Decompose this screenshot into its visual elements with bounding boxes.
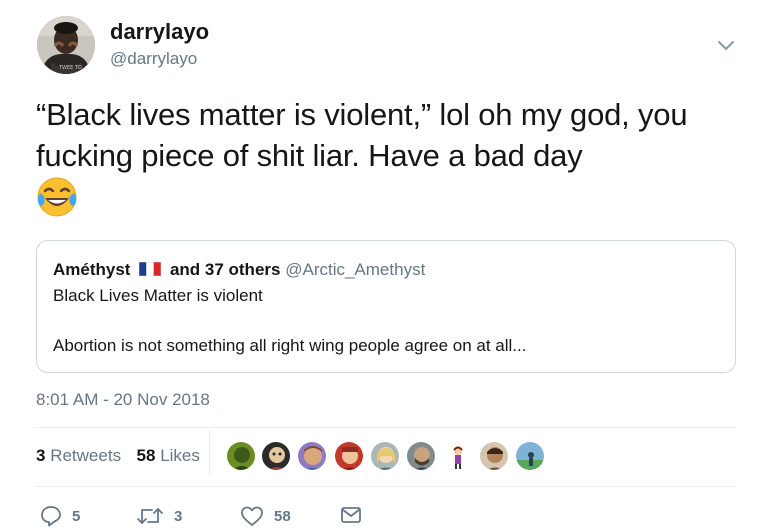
author-avatar[interactable]: TWEE TO <box>37 16 95 74</box>
divider <box>36 486 736 487</box>
divider <box>36 427 736 428</box>
quoted-author-others: and 37 others <box>169 260 281 279</box>
heart-icon <box>241 506 263 526</box>
like-count: 58 <box>274 507 291 525</box>
quoted-tweet-header: Améthyst and 37 others @Arctic_Amethyst <box>53 260 425 280</box>
tweet-text: “Black lives matter is violent,” lol oh … <box>36 94 736 228</box>
quoted-tweet-line-1: Black Lives Matter is violent <box>53 286 263 305</box>
svg-text:TWEE TO: TWEE TO <box>58 65 82 71</box>
author-name[interactable]: darrylayo <box>110 19 209 45</box>
quoted-author-handle: @Arctic_Amethyst <box>285 260 426 279</box>
liker-avatar[interactable] <box>442 441 472 471</box>
liker-avatar[interactable] <box>261 441 291 471</box>
profile-photo-icon: TWEE TO <box>37 16 95 74</box>
quoted-tweet-line-2: Abortion is not something all right wing… <box>53 336 527 355</box>
likes-stat[interactable]: 58 Likes <box>137 446 200 465</box>
chevron-down-icon[interactable] <box>716 37 736 53</box>
face-with-tears-of-joy-icon <box>36 176 78 228</box>
liker-avatar[interactable] <box>406 441 436 471</box>
liker-avatar[interactable] <box>226 441 256 471</box>
reply-icon <box>41 506 61 527</box>
tweet-actions: 5 3 58 <box>36 505 736 531</box>
reply-button[interactable]: 5 <box>40 505 80 527</box>
retweet-count: 3 <box>174 507 183 525</box>
quoted-author-name: Améthyst <box>53 260 131 279</box>
liker-avatar[interactable] <box>370 441 400 471</box>
likes-count: 58 <box>136 446 156 465</box>
reply-count: 5 <box>72 507 81 525</box>
liker-avatar[interactable] <box>334 441 364 471</box>
likes-label: Likes <box>160 446 200 465</box>
direct-message-button[interactable] <box>340 505 362 525</box>
tweet-body: “Black lives matter is violent,” lol oh … <box>36 97 688 173</box>
retweets-stat[interactable]: 3 Retweets <box>36 446 126 465</box>
france-flag-icon <box>139 262 162 276</box>
quoted-tweet[interactable]: Améthyst and 37 others @Arctic_Amethyst … <box>36 240 736 373</box>
liker-avatar[interactable] <box>479 441 509 471</box>
liker-avatar[interactable] <box>297 441 327 471</box>
tweet-timestamp[interactable]: 8:01 AM - 20 Nov 2018 <box>36 390 210 410</box>
retweet-button[interactable]: 3 <box>136 505 182 527</box>
tweet-stats: 3 Retweets 58 Likes <box>36 446 200 466</box>
retweets-label: Retweets <box>50 446 122 465</box>
retweet-icon <box>137 508 163 524</box>
author-handle[interactable]: @darrylayo <box>110 49 197 69</box>
stats-separator <box>209 430 210 474</box>
envelope-icon <box>341 507 361 523</box>
retweets-count: 3 <box>36 446 46 465</box>
tweet-card: TWEE TO darrylayo @darrylayo “Black live… <box>0 0 768 531</box>
like-button[interactable]: 58 <box>240 505 291 527</box>
liker-avatar[interactable] <box>515 441 545 471</box>
